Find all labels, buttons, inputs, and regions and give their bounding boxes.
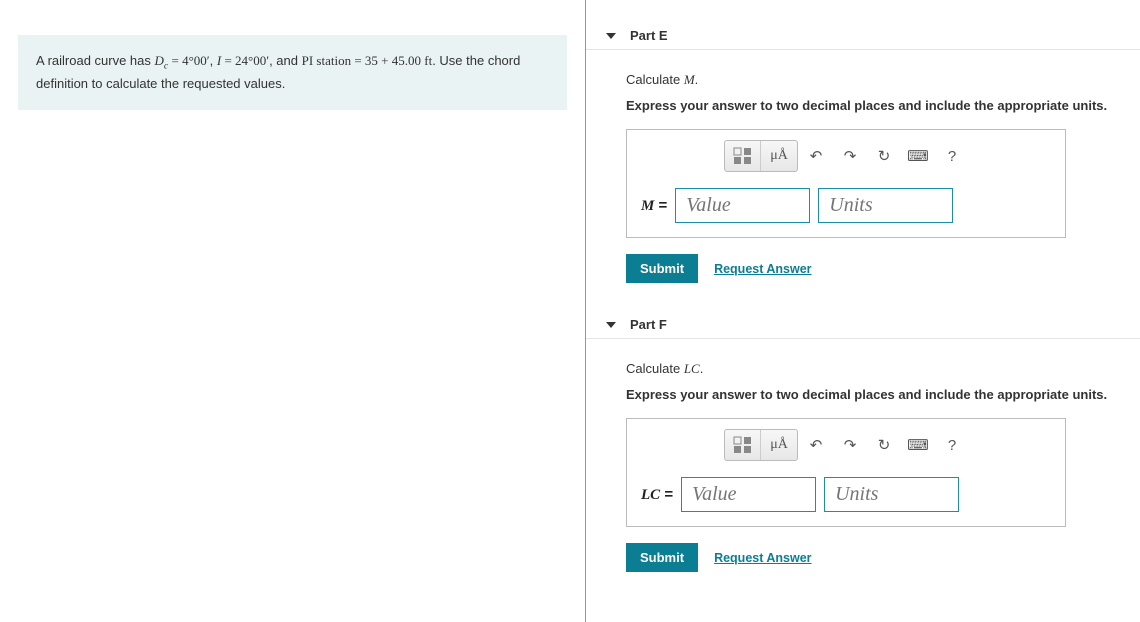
val-Dc: = 4°00′ [168,53,209,68]
var-PI: PI station [302,53,351,68]
undo-icon[interactable]: ↶ [800,141,832,171]
units-toolbar-button[interactable]: μÅ [761,430,797,460]
part-F-var-label: LC = [641,486,673,504]
part-E: Part E Calculate M. Express your answer … [586,22,1140,289]
part-F-title: Part F [630,317,667,332]
part-E-toolbar: μÅ ↶ ↷ ↻ ⌨ ? [627,140,1065,172]
keyboard-icon[interactable]: ⌨ [902,141,934,171]
part-E-value-input[interactable] [675,188,810,223]
part-F-units-input[interactable] [824,477,959,512]
keyboard-icon[interactable]: ⌨ [902,430,934,460]
reset-icon[interactable]: ↻ [868,430,900,460]
part-F-hint: Express your answer to two decimal place… [626,387,1120,402]
part-F-toolbar: μÅ ↶ ↷ ↻ ⌨ ? [627,429,1065,461]
part-E-var-label: M = [641,197,667,215]
help-icon[interactable]: ? [936,430,968,460]
part-E-request-answer-link[interactable]: Request Answer [714,262,811,276]
part-F-value-input[interactable] [681,477,816,512]
units-toolbar-button[interactable]: μÅ [761,141,797,171]
collapse-icon [606,33,616,39]
redo-icon[interactable]: ↷ [834,141,866,171]
collapse-icon [606,322,616,328]
part-F-request-answer-link[interactable]: Request Answer [714,551,811,565]
part-F-header[interactable]: Part F [586,311,1140,339]
part-E-answer-box: μÅ ↶ ↷ ↻ ⌨ ? M = [626,129,1066,238]
problem-text: A railroad curve has [36,53,155,68]
reset-icon[interactable]: ↻ [868,141,900,171]
part-E-submit-button[interactable]: Submit [626,254,698,283]
part-F: Part F Calculate LC. Express your answer… [586,311,1140,578]
redo-icon[interactable]: ↷ [834,430,866,460]
problem-statement: A railroad curve has Dc = 4°00′, I = 24°… [18,35,567,110]
part-F-answer-box: μÅ ↶ ↷ ↻ ⌨ ? LC = [626,418,1066,527]
var-Dc: Dc [155,53,169,68]
val-PI: = 35 + 45.00 ft [351,53,432,68]
part-F-submit-button[interactable]: Submit [626,543,698,572]
val-I: = 24°00′ [221,53,269,68]
part-E-title: Part E [630,28,668,43]
part-E-units-input[interactable] [818,188,953,223]
template-icon[interactable] [725,141,761,171]
part-E-hint: Express your answer to two decimal place… [626,98,1120,113]
part-F-instruction: Calculate LC. [626,361,1120,377]
part-E-header[interactable]: Part E [586,22,1140,50]
template-icon[interactable] [725,430,761,460]
answer-panel: Part E Calculate M. Express your answer … [585,0,1140,622]
part-E-instruction: Calculate M. [626,72,1120,88]
undo-icon[interactable]: ↶ [800,430,832,460]
problem-panel: A railroad curve has Dc = 4°00′, I = 24°… [0,0,585,622]
help-icon[interactable]: ? [936,141,968,171]
